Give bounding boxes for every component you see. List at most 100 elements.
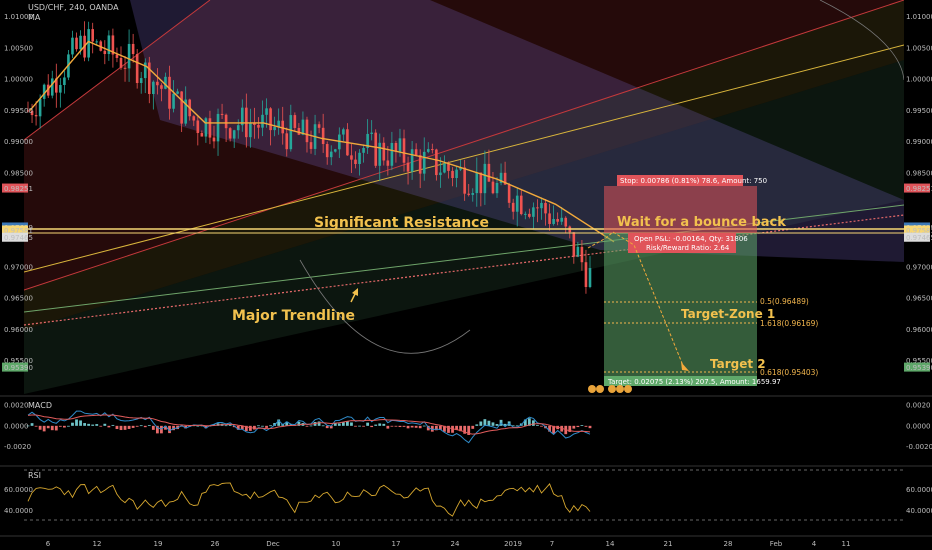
macd-histogram-bar (79, 420, 82, 426)
macd-histogram-bar (305, 425, 309, 427)
price-tick-label: 0.98251 (906, 185, 932, 193)
macd-histogram-bar (398, 425, 402, 428)
macd-histogram-bar (87, 423, 91, 426)
macd-histogram-bar (127, 425, 131, 429)
macd-histogram-bar (487, 420, 491, 426)
candle-body (350, 155, 353, 160)
macd-histogram-bar (265, 425, 268, 428)
time-axis[interactable]: 6 12 19 26 Dec 10 17 24 2019 7 14 21 28 Feb 4 11 (46, 540, 851, 548)
price-tick-label: 0.98251 (4, 185, 33, 193)
candle-body (168, 76, 171, 109)
event-flag-icon[interactable] (588, 385, 596, 393)
price-tick-label: 0.96500 (4, 295, 33, 303)
candle-body (519, 195, 523, 215)
macd-histogram-bar (248, 425, 252, 431)
price-tick-label: 0.95390 (4, 364, 33, 372)
macd-histogram-bar (531, 420, 535, 426)
candle-body (59, 85, 62, 93)
candle-body (471, 193, 475, 195)
macd-tick-label: -0.0020 (4, 443, 31, 451)
candle-body (115, 54, 119, 58)
candle-body (548, 213, 551, 224)
candle-body (560, 217, 563, 222)
candle-body (38, 98, 42, 117)
annotation-target-2: Target 2 (710, 357, 766, 371)
price-tick-label: 0.98500 (4, 169, 33, 177)
annotation-target-zone-1: Target-Zone 1 (681, 307, 775, 321)
time-tick-label: 14 (606, 540, 615, 548)
macd-histogram-bar (257, 425, 260, 427)
candle-body (475, 172, 479, 194)
candle-body (261, 114, 264, 128)
candle-body (378, 142, 382, 166)
macd-histogram-bar (402, 425, 406, 427)
macd-tick-label: 0.0020 (4, 402, 29, 410)
price-tick-label: 0.96000 (906, 326, 932, 334)
candle-body (180, 91, 183, 124)
open-pl-label: Open P&L: -0.00164, Qty: 31806 (634, 235, 748, 243)
price-tick-label: 1.00000 (4, 76, 33, 84)
macd-title: MACD (28, 401, 52, 410)
macd-histogram-bar (131, 425, 135, 428)
candle-body (358, 152, 361, 165)
price-tick-label: 0.99500 (906, 107, 932, 115)
candle-body (414, 149, 418, 156)
symbol-title: USD/CHF, 240, OANDA (28, 3, 119, 12)
event-flag-icon[interactable] (596, 385, 604, 393)
event-flag-icon[interactable] (608, 385, 616, 393)
candle-body (127, 43, 131, 69)
candle-body (354, 159, 357, 165)
macd-histogram-bar (390, 425, 394, 427)
macd-histogram-bar (115, 425, 119, 430)
macd-histogram-bar (67, 425, 70, 427)
rsi-title: RSI (28, 471, 41, 480)
candle-body (123, 67, 127, 69)
candle-body (309, 142, 313, 149)
rsi-tick-label: 60.0000 (906, 486, 932, 494)
candle-body (422, 151, 426, 174)
time-tick-label: 7 (550, 540, 554, 548)
macd-histogram-bar (346, 421, 349, 426)
event-icons[interactable] (588, 385, 632, 393)
candle-body (536, 207, 539, 209)
macd-histogram-bar (46, 425, 50, 429)
macd-histogram-bar (354, 425, 357, 427)
target-label: Target: 0.02075 (2.13%) 207.5, Amount: 1… (607, 378, 781, 386)
chart-canvas[interactable]: Stop: 0.00786 (0.81%) 78.6, Amount: 750 … (0, 0, 932, 550)
macd-histogram-bar (50, 425, 54, 431)
macd-tick-label: 0.0000 (4, 422, 29, 430)
candle-body (297, 127, 301, 135)
candle-body (402, 138, 406, 163)
candle-body (285, 133, 289, 150)
candle-body (273, 126, 276, 131)
macd-histogram-bar (71, 422, 74, 426)
macd-histogram-bar (34, 425, 38, 427)
price-tick-label: 0.99500 (4, 107, 33, 115)
rsi-tick-label: 40.0000 (906, 507, 932, 515)
candle-body (152, 81, 155, 95)
candle-body (103, 50, 107, 55)
fib-label-05: 0.5(0.96489) (760, 297, 809, 306)
time-tick-label: 6 (46, 540, 51, 548)
candle-body (196, 120, 200, 134)
candle-body (265, 108, 268, 115)
candle-body (95, 41, 99, 43)
event-flag-icon[interactable] (616, 385, 624, 393)
macd-histogram-bar (374, 424, 378, 426)
target-zone[interactable] (604, 233, 757, 376)
macd-histogram-bar (358, 425, 361, 427)
macd-histogram-bar (107, 425, 111, 428)
candle-body (75, 37, 78, 50)
candle-body (580, 246, 584, 263)
rsi-tick-label: 40.0000 (4, 507, 33, 515)
macd-histogram-bar (418, 425, 422, 429)
macd-histogram-bar (362, 425, 365, 427)
macd-histogram-bar (540, 425, 543, 427)
macd-histogram-bar (317, 421, 321, 426)
macd-histogram-bar (54, 425, 58, 431)
candle-body (293, 115, 297, 128)
candle-body (156, 81, 159, 86)
event-flag-icon[interactable] (624, 385, 632, 393)
candle-body (491, 181, 495, 194)
candle-body (394, 142, 398, 152)
